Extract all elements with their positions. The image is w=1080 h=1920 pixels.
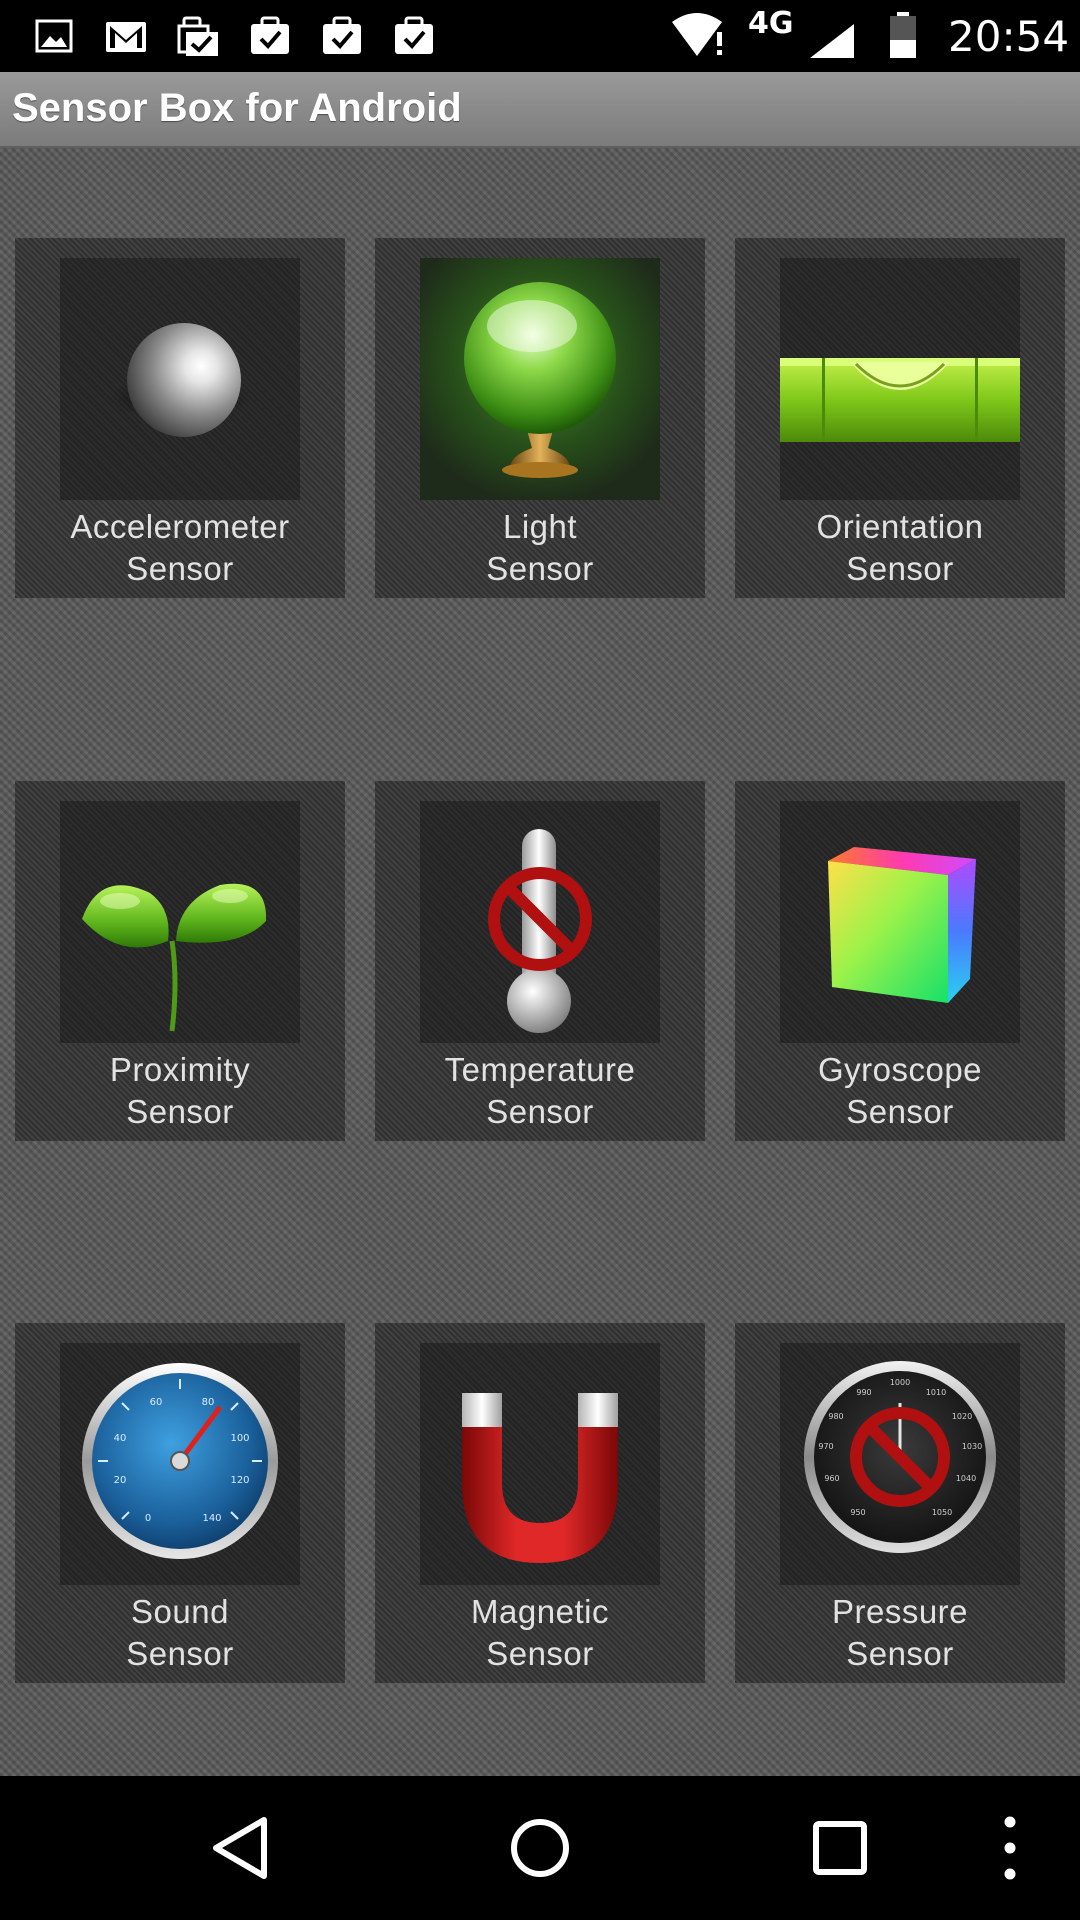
barometer-tick-label: 960 (824, 1474, 839, 1483)
clipboard-check-icon (177, 16, 218, 56)
sensor-grid: Accelerometer Sensor Light Sensor Orient… (0, 148, 1080, 1776)
gauge-tick-label: 140 (202, 1513, 221, 1524)
app-title: Sensor Box for Android (12, 86, 462, 130)
barometer-tick-label: 1010 (926, 1388, 946, 1397)
network-type-label: 4G (748, 6, 794, 41)
gyroscope-sensor-tile[interactable]: Gyroscope Sensor (735, 781, 1065, 1141)
icon-frame (780, 801, 1020, 1043)
image-icon (35, 19, 73, 53)
gauge-tick-label: 100 (230, 1433, 249, 1444)
icon-frame (420, 1343, 660, 1585)
sensor-label: Sound Sensor (126, 1593, 234, 1672)
light-sensor-tile[interactable]: Light Sensor (375, 238, 705, 598)
back-button[interactable] (202, 1808, 282, 1888)
orientation-sensor-tile[interactable]: Orientation Sensor (735, 238, 1065, 598)
pressure-sensor-tile[interactable]: 950 960 970 980 990 1000 1010 1020 1030 … (735, 1323, 1065, 1683)
steel-ball-icon (110, 323, 250, 437)
app-title-bar: Sensor Box for Android (0, 72, 1080, 148)
accelerometer-sensor-tile[interactable]: Accelerometer Sensor (15, 238, 345, 598)
battery-icon (890, 12, 916, 58)
briefcase-check-icon (395, 16, 433, 54)
sensor-label: Light Sensor (486, 508, 594, 587)
icon-frame (420, 801, 660, 1043)
cell-signal-icon (810, 24, 854, 58)
sensor-label: Magnetic Sensor (471, 1593, 609, 1672)
barometer-tick-label: 1030 (962, 1442, 982, 1451)
gauge-tick-label: 20 (114, 1475, 127, 1486)
barometer-tick-label: 990 (856, 1388, 871, 1397)
crystal-ball-icon (420, 258, 660, 500)
magnetic-sensor-tile[interactable]: Magnetic Sensor (375, 1323, 705, 1683)
horseshoe-magnet-icon (462, 1393, 618, 1563)
overflow-menu-icon[interactable] (980, 1808, 1040, 1888)
sensor-label: Gyroscope Sensor (817, 1051, 983, 1130)
gauge-tick-label: 80 (202, 1397, 215, 1408)
gmail-icon (106, 22, 146, 52)
proximity-sensor-tile[interactable]: Proximity Sensor (15, 781, 345, 1141)
barometer-tick-label: 1040 (956, 1474, 976, 1483)
gauge-tick-label: 120 (230, 1475, 249, 1486)
temperature-sensor-tile[interactable]: Temperature Sensor (375, 781, 705, 1141)
briefcase-check-icon (323, 16, 361, 54)
sensor-label: Orientation Sensor (816, 508, 984, 587)
speedometer-gauge-icon: 0 20 40 60 80 100 120 140 (82, 1363, 278, 1559)
sensor-label: Pressure Sensor (831, 1593, 969, 1672)
thermometer-disabled-icon (488, 829, 592, 1033)
gauge-tick-label: 40 (114, 1433, 127, 1444)
sensor-label: Accelerometer Sensor (70, 508, 290, 587)
icon-frame: 950 960 970 980 990 1000 1010 1020 1030 … (780, 1343, 1020, 1585)
barometer-tick-label: 980 (828, 1412, 843, 1421)
barometer-tick-label: 970 (818, 1442, 833, 1451)
gauge-tick-label: 60 (150, 1397, 163, 1408)
screen: 4G 20:54 Sensor Box for Android Accelero… (0, 0, 1080, 1920)
wifi-alert-icon (672, 13, 722, 56)
barometer-disabled-icon: 950 960 970 980 990 1000 1010 1020 1030 … (804, 1361, 996, 1553)
status-bar: 4G 20:54 (0, 0, 1080, 72)
sprout-icon (82, 883, 267, 1032)
color-cube-icon (828, 847, 976, 1003)
sensor-label: Proximity Sensor (109, 1051, 251, 1130)
barometer-tick-label: 950 (850, 1508, 865, 1517)
icon-frame (420, 258, 660, 500)
icon-frame (60, 801, 300, 1043)
clock: 20:54 (948, 12, 1070, 61)
navigation-bar (0, 1776, 1080, 1920)
recents-button[interactable] (800, 1808, 880, 1888)
barometer-tick-label: 1020 (952, 1412, 972, 1421)
home-button[interactable] (500, 1808, 580, 1888)
icon-frame (780, 258, 1020, 500)
sensor-label: Temperature Sensor (444, 1051, 636, 1130)
barometer-tick-label: 1050 (932, 1508, 952, 1517)
gauge-tick-label: 0 (145, 1513, 151, 1524)
briefcase-check-icon (251, 16, 289, 54)
sound-sensor-tile[interactable]: 0 20 40 60 80 100 120 140 Sound Sensor (15, 1323, 345, 1683)
spirit-level-icon (780, 358, 1020, 442)
barometer-tick-label: 1000 (890, 1378, 910, 1387)
icon-frame: 0 20 40 60 80 100 120 140 (60, 1343, 300, 1585)
icon-frame (60, 258, 300, 500)
